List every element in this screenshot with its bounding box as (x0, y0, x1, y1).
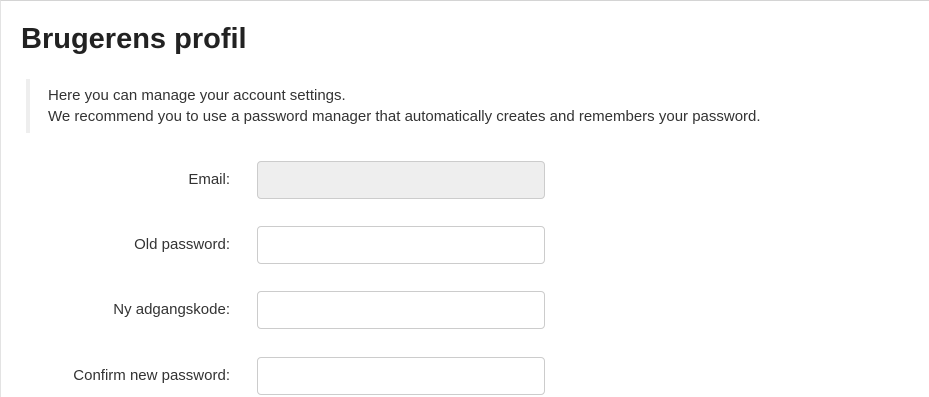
intro-callout: Here you can manage your account setting… (26, 79, 926, 133)
old-password-label: Old password: (134, 236, 230, 253)
confirm-password-label: Confirm new password: (73, 367, 230, 384)
confirm-password-field[interactable] (257, 357, 545, 395)
email-field (257, 161, 545, 199)
new-password-row: Ny adgangskode: (1, 291, 929, 329)
confirm-password-row: Confirm new password: (1, 357, 929, 395)
new-password-label: Ny adgangskode: (113, 301, 230, 318)
profile-page: Brugerens profil Here you can manage you… (0, 0, 929, 397)
new-password-field[interactable] (257, 291, 545, 329)
intro-line-account-settings: Here you can manage your account setting… (48, 87, 346, 104)
email-row: Email: (1, 161, 929, 199)
old-password-field[interactable] (257, 226, 545, 264)
intro-line-password-manager: We recommend you to use a password manag… (48, 108, 761, 125)
email-label: Email: (188, 171, 230, 188)
old-password-row: Old password: (1, 226, 929, 264)
page-title: Brugerens profil (21, 23, 247, 55)
